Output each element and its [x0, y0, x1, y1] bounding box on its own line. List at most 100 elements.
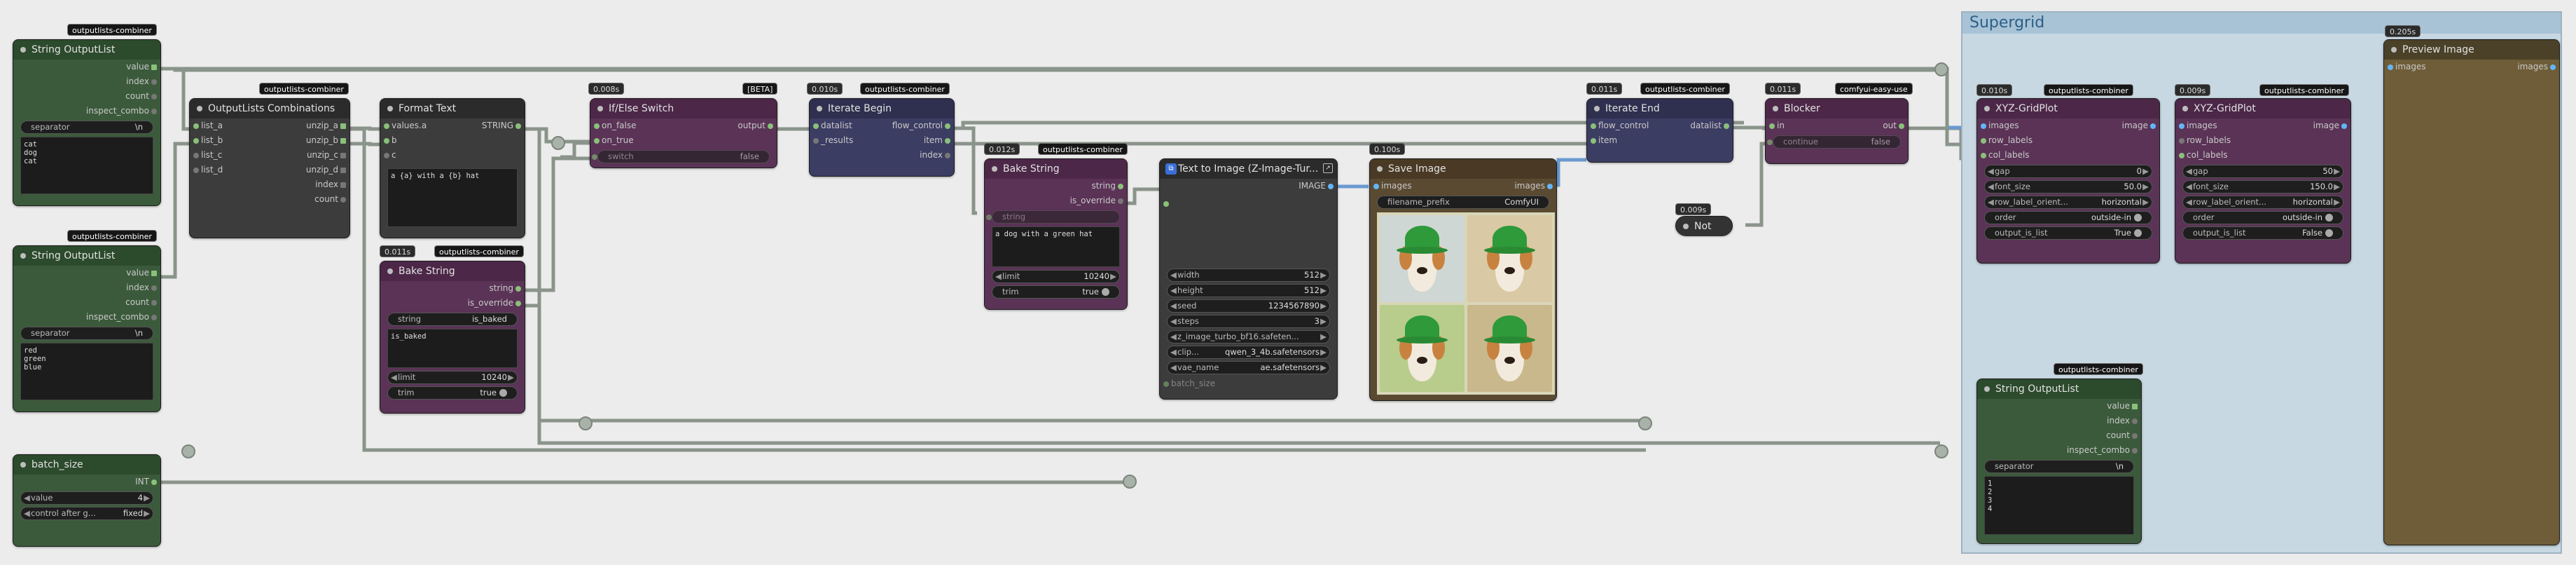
collapse-dot-icon[interactable] — [1984, 106, 1990, 111]
next-arrow-icon[interactable]: ▶ — [2334, 196, 2340, 208]
increment-arrow-icon[interactable]: ▶ — [1320, 285, 1327, 297]
prev-arrow-icon[interactable]: ◀ — [1988, 196, 1994, 208]
collapse-dot-icon[interactable] — [197, 106, 202, 111]
collapse-dot-icon[interactable] — [1377, 166, 1383, 172]
output-socket-count[interactable] — [151, 94, 157, 100]
collapse-dot-icon[interactable] — [992, 166, 997, 172]
save-image-node[interactable]: Save Image images images filename_prefix C… — [1369, 158, 1557, 401]
decrement-arrow-icon[interactable]: ◀ — [1988, 181, 1994, 193]
output-socket-inspect-combo[interactable] — [151, 315, 157, 320]
output-socket-output[interactable] — [768, 123, 773, 129]
input-socket-images[interactable] — [1373, 184, 1379, 189]
input-socket-images[interactable] — [2388, 64, 2393, 70]
vae-widget[interactable]: ◀ vae_name ae.safetensors ▶ — [1167, 361, 1330, 374]
font-size-widget[interactable]: ◀ font_size 50.0 ▶ — [1984, 180, 2152, 193]
output-socket-value[interactable] — [2132, 404, 2138, 409]
template-text-area[interactable]: a {a} with a {b} hat — [387, 168, 518, 227]
decrement-arrow-icon[interactable]: ◀ — [2186, 165, 2192, 177]
prev-arrow-icon[interactable]: ◀ — [2186, 196, 2192, 208]
unet-widget[interactable]: ◀ z_image_turbo_bf16.safeten... ▶ — [1167, 330, 1330, 343]
iterate-begin-node[interactable]: Iterate Begin datalist flow_control _resu… — [809, 98, 955, 177]
text-area[interactable]: cat dog cat — [20, 137, 153, 194]
separator-widget[interactable]: separator \n — [1984, 460, 2134, 473]
collapse-dot-icon[interactable] — [387, 268, 393, 274]
decrement-arrow-icon[interactable]: ◀ — [391, 372, 397, 383]
node-header[interactable]: batch_size — [13, 455, 160, 475]
input-socket-images[interactable] — [2179, 123, 2184, 129]
input-socket-datalist[interactable] — [813, 123, 819, 129]
gap-widget[interactable]: ◀ gap 0 ▶ — [1984, 165, 2152, 178]
output-socket-string[interactable] — [515, 286, 521, 292]
output-socket-is-override[interactable] — [1118, 198, 1123, 204]
output-socket-image[interactable] — [2341, 123, 2347, 129]
output-socket-index[interactable] — [340, 182, 346, 188]
node-header[interactable]: Blocker — [1766, 99, 1908, 118]
string-widget[interactable]: string — [986, 210, 1120, 224]
output-socket-datalist[interactable] — [1724, 123, 1729, 129]
input-socket-switch[interactable] — [592, 154, 597, 160]
input-socket-list-a[interactable] — [193, 123, 199, 129]
output-socket-index[interactable] — [945, 153, 950, 158]
input-socket-list-d[interactable] — [193, 168, 199, 173]
output-socket-string[interactable] — [515, 123, 521, 129]
output-socket-value[interactable] — [151, 271, 157, 276]
node-header[interactable]: String OutputList — [1977, 379, 2141, 399]
input-socket-in[interactable] — [1769, 123, 1775, 129]
filename-prefix-widget[interactable]: filename_prefix ComfyUI — [1377, 196, 1549, 209]
seed-widget[interactable]: ◀ seed 1234567890 ▶ — [1167, 299, 1330, 313]
output-socket-index[interactable] — [151, 285, 157, 291]
output-socket-unzip-a[interactable] — [340, 123, 346, 129]
limit-widget[interactable]: ◀ limit 10240 ▶ — [992, 270, 1120, 283]
node-header[interactable]: String OutputList — [13, 246, 160, 266]
increment-arrow-icon[interactable]: ▶ — [2334, 181, 2340, 193]
node-header[interactable]: XYZ-GridPlot — [1977, 99, 2159, 118]
preview-image-node[interactable]: Preview Image images images — [2383, 39, 2560, 545]
text-area[interactable]: red green blue — [20, 343, 153, 400]
output-socket-is-override[interactable] — [515, 301, 521, 306]
next-arrow-icon[interactable]: ▶ — [1320, 362, 1327, 374]
output-is-list-toggle[interactable]: output_is_list False — [2182, 226, 2343, 240]
output-socket-images[interactable] — [1547, 184, 1553, 189]
input-socket-values-a[interactable] — [384, 123, 389, 129]
switch-widget[interactable]: switch false — [592, 150, 770, 163]
increment-arrow-icon[interactable]: ▶ — [1320, 269, 1327, 281]
node-header[interactable]: Save Image — [1370, 159, 1556, 179]
decrement-arrow-icon[interactable]: ◀ — [995, 271, 1002, 282]
next-arrow-icon[interactable]: ▶ — [2142, 196, 2149, 208]
output-socket-index[interactable] — [2132, 418, 2138, 424]
decrement-arrow-icon[interactable]: ◀ — [24, 492, 30, 504]
blocker-node[interactable]: Blocker in out continue false — [1765, 98, 1909, 164]
next-arrow-icon[interactable]: ▶ — [144, 508, 150, 519]
order-toggle[interactable]: order outside-in — [2182, 211, 2343, 224]
output-socket-count[interactable] — [340, 197, 346, 203]
node-header[interactable]: String OutputList — [13, 40, 160, 60]
text-to-image-node[interactable]: ⧉ Text to Image (Z-Image-Tur... ↗ IMAGE ◀ w… — [1159, 158, 1338, 400]
prev-arrow-icon[interactable]: ◀ — [1170, 346, 1177, 358]
decrement-arrow-icon[interactable]: ◀ — [1170, 285, 1177, 297]
text-area[interactable]: is_baked — [387, 329, 518, 368]
input-socket-b[interactable] — [384, 138, 389, 144]
output-socket-image[interactable] — [1328, 184, 1334, 189]
next-arrow-icon[interactable]: ▶ — [1320, 331, 1327, 343]
format-text-node[interactable]: Format Text values.a STRING b c a {a} wit… — [380, 98, 525, 238]
collapse-dot-icon[interactable] — [817, 106, 822, 111]
input-socket-on-false[interactable] — [594, 123, 600, 129]
trim-toggle[interactable]: trim true — [387, 386, 518, 400]
increment-arrow-icon[interactable]: ▶ — [144, 492, 150, 504]
output-socket-value[interactable] — [151, 64, 157, 70]
output-socket-flow-control[interactable] — [945, 123, 950, 129]
collapse-dot-icon[interactable] — [2391, 47, 2397, 53]
output-socket-inspect-combo[interactable] — [151, 109, 157, 114]
batch-size-node[interactable]: batch_size INT ◀ value 4 ▶ ◀ control after g… — [13, 454, 161, 547]
node-header[interactable]: OutputLists Combinations — [190, 99, 349, 118]
decrement-arrow-icon[interactable]: ◀ — [2186, 181, 2192, 193]
output-socket-index[interactable] — [151, 79, 157, 85]
output-socket-string[interactable] — [1118, 184, 1123, 189]
bake-string-node-1[interactable]: Bake String string is_override string a … — [984, 158, 1128, 310]
input-socket-images[interactable] — [1981, 123, 1986, 129]
dog-image-thumb[interactable] — [1467, 305, 1552, 392]
collapse-dot-icon[interactable] — [1683, 224, 1689, 229]
node-header[interactable]: Bake String — [985, 159, 1127, 179]
collapse-dot-icon[interactable] — [20, 47, 26, 53]
output-socket-images[interactable] — [2550, 64, 2556, 70]
